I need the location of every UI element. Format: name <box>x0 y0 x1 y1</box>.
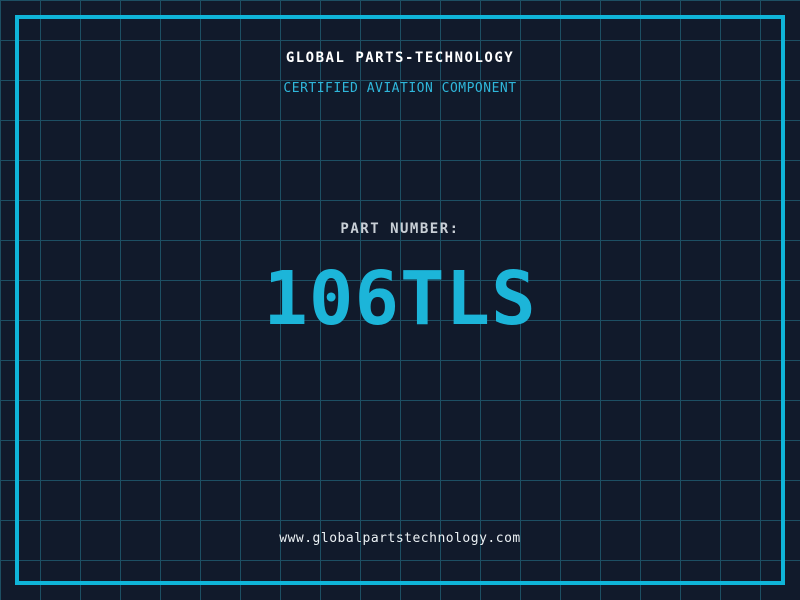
part-number-label: PART NUMBER: <box>340 221 460 237</box>
part-number-value: 106TLS <box>263 256 537 342</box>
certification-tagline: CERTIFIED AVIATION COMPONENT <box>283 81 517 96</box>
website-url: www.globalpartstechnology.com <box>279 531 521 546</box>
company-name: GLOBAL PARTS-TECHNOLOGY <box>285 50 515 66</box>
